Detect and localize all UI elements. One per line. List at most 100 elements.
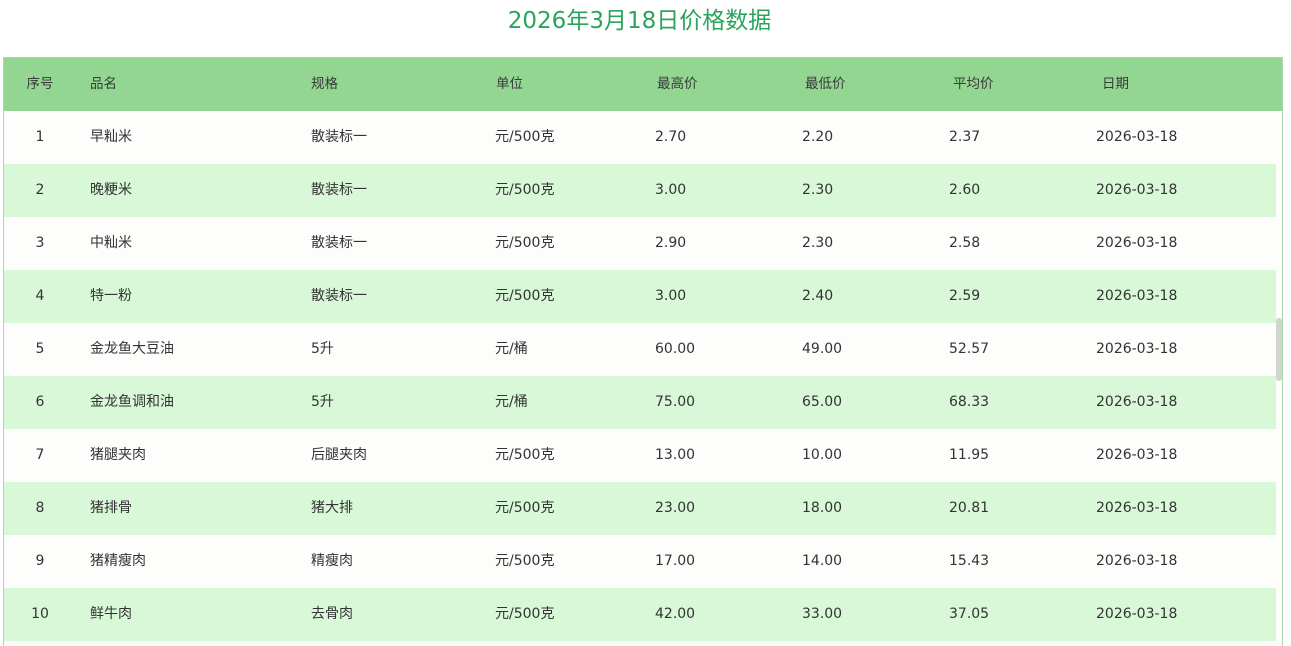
column-header-date: 日期 bbox=[1102, 76, 1129, 92]
cell-product: 猪排骨 bbox=[90, 500, 132, 516]
cell-unit: 元/桶 bbox=[495, 394, 528, 410]
cell-max-price: 17.00 bbox=[655, 553, 696, 569]
table-row: 10 鲜牛肉 去骨肉 元/500克 42.00 33.00 37.05 2026… bbox=[4, 588, 1276, 641]
table-row: 5 金龙鱼大豆油 5升 元/桶 60.00 49.00 52.57 2026-0… bbox=[4, 323, 1276, 376]
cell-spec: 精瘦肉 bbox=[311, 553, 353, 569]
cell-date: 2026-03-18 bbox=[1096, 553, 1178, 569]
cell-max-price: 3.00 bbox=[655, 182, 687, 198]
table-row: 8 猪排骨 猪大排 元/500克 23.00 18.00 20.81 2026-… bbox=[4, 482, 1276, 535]
table-row: 6 金龙鱼调和油 5升 元/桶 75.00 65.00 68.33 2026-0… bbox=[4, 376, 1276, 429]
table-row: 2 晚粳米 散装标一 元/500克 3.00 2.30 2.60 2026-03… bbox=[4, 164, 1276, 217]
cell-spec: 散装标一 bbox=[311, 129, 367, 145]
table-header: 序号 品名 规格 单位 最高价 最低价 平均价 日期 bbox=[4, 58, 1282, 111]
cell-avg-price: 15.43 bbox=[949, 553, 990, 569]
column-header-avg-price: 平均价 bbox=[953, 76, 994, 92]
cell-spec: 散装标一 bbox=[311, 235, 367, 251]
cell-date: 2026-03-18 bbox=[1096, 129, 1178, 145]
cell-max-price: 60.00 bbox=[655, 341, 696, 357]
cell-date: 2026-03-18 bbox=[1096, 341, 1178, 357]
cell-date: 2026-03-18 bbox=[1096, 500, 1178, 516]
cell-min-price: 2.30 bbox=[802, 182, 834, 198]
cell-index: 10 bbox=[31, 606, 49, 622]
cell-product: 早籼米 bbox=[90, 129, 132, 145]
cell-index: 9 bbox=[35, 553, 45, 569]
cell-index: 7 bbox=[35, 447, 45, 463]
cell-min-price: 2.40 bbox=[802, 288, 834, 304]
column-header-min-price: 最低价 bbox=[805, 76, 846, 92]
cell-spec: 5升 bbox=[311, 341, 334, 357]
cell-index: 3 bbox=[35, 235, 45, 251]
table-row: 1 早籼米 散装标一 元/500克 2.70 2.20 2.37 2026-03… bbox=[4, 111, 1276, 164]
cell-date: 2026-03-18 bbox=[1096, 235, 1178, 251]
cell-spec: 后腿夹肉 bbox=[311, 447, 367, 463]
cell-index: 5 bbox=[35, 341, 45, 357]
cell-min-price: 33.00 bbox=[802, 606, 843, 622]
table-row: 3 中籼米 散装标一 元/500克 2.90 2.30 2.58 2026-03… bbox=[4, 217, 1276, 270]
cell-unit: 元/500克 bbox=[495, 182, 555, 198]
cell-product: 特一粉 bbox=[90, 288, 132, 304]
cell-unit: 元/500克 bbox=[495, 129, 555, 145]
cell-min-price: 65.00 bbox=[802, 394, 843, 410]
table-row: 7 猪腿夹肉 后腿夹肉 元/500克 13.00 10.00 11.95 202… bbox=[4, 429, 1276, 482]
cell-product: 中籼米 bbox=[90, 235, 132, 251]
cell-date: 2026-03-18 bbox=[1096, 447, 1178, 463]
cell-min-price: 18.00 bbox=[802, 500, 843, 516]
cell-spec: 散装标一 bbox=[311, 288, 367, 304]
cell-product: 金龙鱼大豆油 bbox=[90, 341, 174, 357]
cell-index: 6 bbox=[35, 394, 45, 410]
cell-date: 2026-03-18 bbox=[1096, 288, 1178, 304]
cell-unit: 元/500克 bbox=[495, 500, 555, 516]
cell-index: 1 bbox=[35, 129, 45, 145]
cell-spec: 猪大排 bbox=[311, 500, 353, 516]
cell-spec: 散装标一 bbox=[311, 182, 367, 198]
cell-avg-price: 2.60 bbox=[949, 182, 981, 198]
cell-max-price: 2.70 bbox=[655, 129, 687, 145]
cell-product: 晚粳米 bbox=[90, 182, 132, 198]
cell-min-price: 14.00 bbox=[802, 553, 843, 569]
cell-max-price: 2.90 bbox=[655, 235, 687, 251]
cell-min-price: 49.00 bbox=[802, 341, 843, 357]
cell-avg-price: 52.57 bbox=[949, 341, 990, 357]
cell-unit: 元/500克 bbox=[495, 553, 555, 569]
cell-spec: 去骨肉 bbox=[311, 606, 353, 622]
cell-min-price: 10.00 bbox=[802, 447, 843, 463]
cell-max-price: 13.00 bbox=[655, 447, 696, 463]
cell-max-price: 3.00 bbox=[655, 288, 687, 304]
price-table: 序号 品名 规格 单位 最高价 最低价 平均价 日期 1 早籼米 散装标一 元/… bbox=[3, 57, 1283, 646]
cell-avg-price: 2.59 bbox=[949, 288, 981, 304]
cell-avg-price: 20.81 bbox=[949, 500, 990, 516]
cell-date: 2026-03-18 bbox=[1096, 182, 1178, 198]
cell-avg-price: 2.58 bbox=[949, 235, 981, 251]
cell-avg-price: 2.37 bbox=[949, 129, 981, 145]
cell-date: 2026-03-18 bbox=[1096, 606, 1178, 622]
cell-min-price: 2.20 bbox=[802, 129, 834, 145]
cell-index: 2 bbox=[35, 182, 45, 198]
cell-product: 猪精瘦肉 bbox=[90, 553, 146, 569]
column-header-max-price: 最高价 bbox=[657, 76, 698, 92]
cell-spec: 5升 bbox=[311, 394, 334, 410]
cell-unit: 元/桶 bbox=[495, 341, 528, 357]
cell-unit: 元/500克 bbox=[495, 606, 555, 622]
cell-unit: 元/500克 bbox=[495, 235, 555, 251]
cell-max-price: 23.00 bbox=[655, 500, 696, 516]
table-scrollbar[interactable] bbox=[1276, 111, 1282, 646]
cell-index: 8 bbox=[35, 500, 45, 516]
table-row: 4 特一粉 散装标一 元/500克 3.00 2.40 2.59 2026-03… bbox=[4, 270, 1276, 323]
cell-unit: 元/500克 bbox=[495, 288, 555, 304]
cell-avg-price: 37.05 bbox=[949, 606, 990, 622]
column-header-spec: 规格 bbox=[311, 76, 338, 92]
cell-unit: 元/500克 bbox=[495, 447, 555, 463]
column-header-index: 序号 bbox=[26, 76, 54, 92]
cell-avg-price: 11.95 bbox=[949, 447, 990, 463]
cell-date: 2026-03-18 bbox=[1096, 394, 1178, 410]
table-row: 9 猪精瘦肉 精瘦肉 元/500克 17.00 14.00 15.43 2026… bbox=[4, 535, 1276, 588]
cell-max-price: 75.00 bbox=[655, 394, 696, 410]
column-header-unit: 单位 bbox=[496, 76, 523, 92]
cell-product: 鲜牛肉 bbox=[90, 606, 132, 622]
scrollbar-thumb[interactable] bbox=[1276, 318, 1282, 381]
cell-product: 金龙鱼调和油 bbox=[90, 394, 174, 410]
cell-min-price: 2.30 bbox=[802, 235, 834, 251]
cell-max-price: 42.00 bbox=[655, 606, 696, 622]
cell-product: 猪腿夹肉 bbox=[90, 447, 146, 463]
page-title: 2026年3月18日价格数据 bbox=[507, 8, 772, 34]
